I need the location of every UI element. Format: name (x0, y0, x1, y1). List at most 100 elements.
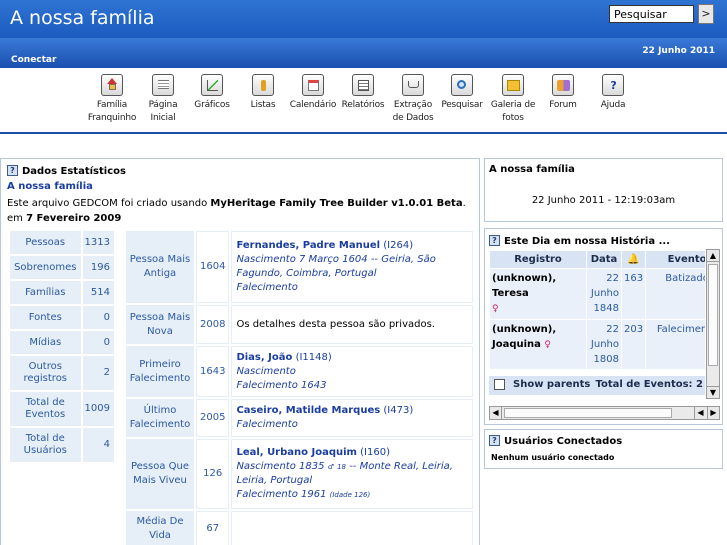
person-id: (I264) (383, 240, 414, 251)
detail-year: 126 (196, 439, 230, 509)
search-go-button[interactable]: > (698, 4, 714, 24)
help-icon[interactable]: ? (489, 235, 500, 246)
person-id: (I473) (383, 405, 414, 416)
scroll-thumb[interactable] (708, 264, 718, 366)
vertical-scrollbar[interactable]: ▲ ▼ (706, 249, 720, 399)
count-row: Famílias 514 (10, 281, 114, 304)
toolbar-item-lists[interactable]: Listas (235, 74, 291, 112)
detail-label: Pessoa Que Mais Viveu (126, 439, 194, 509)
event-birth: Nascimento 1835 (236, 461, 328, 472)
bell-icon: 🔔 (627, 254, 640, 265)
toolbar-label-2: de Dados (392, 113, 434, 123)
detail-row-oldest: Pessoa Mais Antiga 1604 Fernandes, Padre… (126, 231, 473, 303)
event-text: Falecimento (236, 419, 298, 430)
age-cell: 203 (622, 320, 646, 369)
count-row: Outros registros 2 (10, 356, 114, 390)
record-cell: (unknown), Joaquina ♀ (490, 320, 586, 369)
online-users-title: ? Usuários Conectados (489, 435, 622, 447)
toolbar-label-2: fotos (502, 113, 524, 123)
family-box-title: A nossa família (489, 164, 575, 175)
site-title[interactable]: A nossa família (10, 7, 155, 29)
toolbar-item-family[interactable]: Família Franquinho (84, 74, 140, 125)
connect-link[interactable]: Conectar (11, 55, 56, 65)
report-icon (352, 74, 374, 96)
event-death: Falecimento 1961 (236, 489, 330, 500)
toolbar-item-home[interactable]: Página Inicial (135, 74, 191, 125)
detail-info: Os detalhes desta pessoa são privados. (231, 305, 473, 344)
person-link[interactable]: Leal, Urbano Joaquim (236, 447, 357, 458)
count-label: Fontes (10, 306, 81, 329)
toolbar-item-search[interactable]: Pesquisar (434, 74, 490, 112)
date-cell: 22 Junho 1808 (587, 320, 621, 369)
family-link[interactable]: A nossa família (7, 181, 93, 192)
person-link[interactable]: Fernandes, Padre Manuel (236, 240, 380, 251)
count-row: Sobrenomes 196 (10, 256, 114, 279)
toolbar-item-export[interactable]: Extração de Dados (385, 74, 441, 125)
intro-software: MyHeritage Family Tree Builder v1.0.01 B… (210, 198, 463, 209)
person-id: (I1148) (295, 351, 332, 363)
toolbar-item-reports[interactable]: Relatórios (335, 74, 391, 112)
scroll-thumb[interactable] (504, 408, 672, 418)
detail-row-youngest: Pessoa Mais Nova 2008 Os detalhes desta … (126, 305, 473, 344)
toolbar-label: Pesquisar (441, 100, 483, 110)
count-value: 4 (82, 428, 114, 462)
scroll-down-icon[interactable]: ▼ (707, 386, 719, 398)
person-link[interactable]: Caseiro, Matilde Marques (236, 405, 380, 416)
list-icon (252, 74, 274, 96)
family-box: A nossa família 22 Junho 2011 - 12:19:03… (484, 158, 723, 222)
intro-text: Este arquivo GEDCOM foi criado usando My… (7, 196, 477, 226)
toolbar-label: Gráficos (194, 100, 230, 110)
home-icon (101, 74, 123, 96)
event-text: Nascimento 7 Março 1604 -- Geiria, São F… (236, 254, 436, 279)
detail-info (231, 511, 473, 545)
this-day-title-text: Este Dia em nossa História ... (504, 235, 670, 247)
stats-title: ? Dados Estatísticos (7, 165, 126, 177)
search-input[interactable]: Pesquisar (609, 5, 694, 23)
total-events: Total de Eventos: 2 (595, 379, 703, 390)
male-icon: ♂ (327, 463, 334, 471)
count-row: Pessoas 1313 (10, 231, 114, 254)
online-users-box: ? Usuários Conectados Nenhum usuário cone… (484, 429, 723, 469)
page: A nossa família Pesquisar > 22 Junho 201… (0, 0, 727, 545)
toolbar-item-help[interactable]: ? Ajuda (585, 74, 641, 112)
show-parents-label[interactable]: Show parents (513, 379, 590, 390)
intro-date: 7 Fevereiro 2009 (26, 213, 122, 224)
scroll-up-icon[interactable]: ▲ (707, 250, 719, 262)
toolbar-label: Galeria de (490, 100, 536, 110)
event-cell: Batizado (646, 269, 705, 319)
this-day-box: ? Este Dia em nossa História ... Registro… (484, 228, 723, 425)
scroll-right-icon[interactable]: ▶ (707, 407, 719, 419)
horizontal-scrollbar[interactable]: ◀ ◀ ▶ (489, 406, 720, 420)
age-text: 18 (337, 463, 347, 471)
help-icon[interactable]: ? (7, 165, 18, 176)
toolbar-item-forum[interactable]: Forum (535, 74, 591, 112)
person-id: (I160) (360, 447, 390, 458)
intro-prefix: Este arquivo GEDCOM foi criado usando (7, 198, 211, 209)
date-cell: 22 Junho 1848 (587, 269, 621, 319)
main-toolbar: Família Franquinho Página Inicial Gráfic… (0, 68, 727, 134)
person-link[interactable]: Dias, João (236, 352, 292, 363)
toolbar-item-charts[interactable]: Gráficos (184, 74, 240, 112)
current-date: 22 Junho 2011 (642, 46, 715, 56)
detail-year: 1604 (196, 231, 230, 303)
toolbar-label: Listas (250, 100, 276, 110)
col-record[interactable]: Registro (490, 251, 586, 268)
record-name[interactable]: (unknown), Teresa (492, 273, 556, 299)
detail-label: Primeiro Falecimento (126, 346, 194, 397)
col-event[interactable]: Evento (646, 251, 705, 268)
col-date[interactable]: Data (587, 251, 621, 268)
online-users-title-text: Usuários Conectados (504, 435, 623, 447)
age-cell: 163 (622, 269, 646, 319)
scroll-left-icon[interactable]: ◀ (694, 407, 706, 419)
count-value: 1313 (82, 231, 114, 254)
this-day-title: ? Este Dia em nossa História ... (489, 235, 670, 247)
toolbar-label: Extração (393, 100, 433, 110)
toolbar-label: Família (96, 100, 128, 110)
toolbar-item-calendar[interactable]: Calendário (285, 74, 341, 112)
show-parents-checkbox[interactable] (494, 379, 505, 390)
toolbar-item-gallery[interactable]: Galeria de fotos (485, 74, 541, 125)
scroll-left-icon[interactable]: ◀ (490, 407, 502, 419)
help-icon[interactable]: ? (489, 435, 500, 446)
col-age[interactable]: 🔔 (622, 251, 646, 268)
count-value: 1009 (82, 392, 114, 426)
